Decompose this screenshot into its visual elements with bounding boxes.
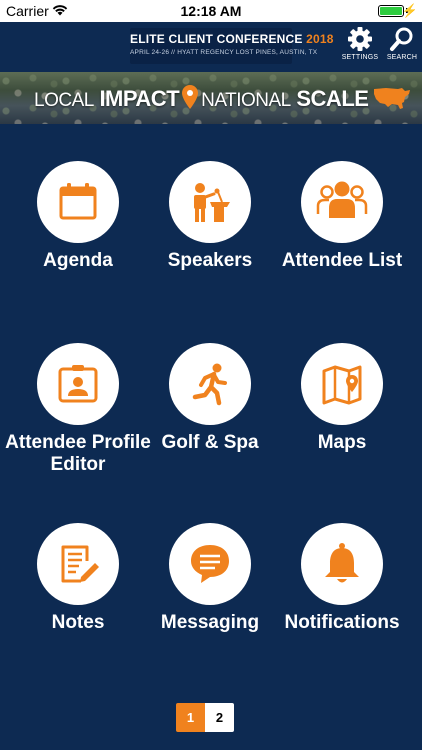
search-button[interactable]: SEARCH [382,26,422,61]
app-header: ELITE CLIENT CONFERENCE 2018 APRIL 24-26… [0,22,422,72]
location-pin-icon [182,85,199,109]
running-person-icon [192,363,227,406]
clock: 12:18 AM [180,3,242,19]
page-1-button[interactable]: 1 [176,703,205,732]
tile-label: Agenda [43,250,113,271]
banner-slogan: LOCAL IMPACT NATIONAL SCALE [34,85,412,112]
tile-label: Speakers [167,250,253,271]
charging-bolt-icon: ⚡ [401,3,418,18]
search-label: SEARCH [386,54,418,61]
tile-notes-circle [37,523,119,605]
tile-speakers[interactable]: Speakers [140,161,280,311]
tile-label: Golf & Spa [161,432,259,453]
tile-notes[interactable]: Notes [8,523,148,673]
tile-messaging-circle [169,523,251,605]
usa-map-icon [374,88,411,109]
gear-icon [348,27,372,51]
status-bar: Carrier 12:18 AM ⚡ [0,0,422,22]
tile-label: Notes [51,612,105,633]
tile-golf-spa-circle [169,343,251,425]
map-icon [322,365,362,405]
tile-label: Maps [317,432,367,453]
tile-attendee-list[interactable]: Attendee List [272,161,412,311]
speaker-podium-icon [194,183,230,222]
banner: LOCAL IMPACT NATIONAL SCALE [0,72,422,124]
settings-label: SETTINGS [341,54,379,61]
tile-maps-circle [301,343,383,425]
settings-button[interactable]: SETTINGS [340,26,380,61]
tile-notifications[interactable]: Notifications [272,523,412,673]
conference-logo: ELITE CLIENT CONFERENCE 2018 APRIL 24-26… [130,28,334,64]
page-2-button[interactable]: 2 [205,703,234,732]
tile-label: Attendee List [281,250,403,271]
tile-attendee-list-circle [301,161,383,243]
group-icon [316,181,368,218]
tile-speakers-circle [169,161,251,243]
bell-icon [325,543,359,583]
tile-maps[interactable]: Maps [272,343,412,493]
tile-agenda-circle [37,161,119,243]
conference-year: 2018 [306,32,334,46]
note-edit-icon [61,545,99,583]
conference-title: ELITE CLIENT CONFERENCE 2018 [130,32,334,46]
calendar-icon [59,183,97,220]
tile-attendee-profile-editor[interactable]: Attendee Profile Editor [5,343,151,493]
battery-icon [378,5,404,17]
id-badge-icon [58,365,98,403]
search-icon [390,27,413,51]
tile-label: Messaging [160,612,260,633]
tile-agenda[interactable]: Agenda [8,161,148,311]
chat-bubble-icon [191,545,229,583]
tile-messaging[interactable]: Messaging [140,523,280,673]
conference-subtitle: APRIL 24-26 // HYATT REGENCY LOST PINES,… [130,49,318,56]
tile-profile-editor-circle [37,343,119,425]
tile-label: Attendee Profile Editor [5,432,151,475]
tile-label: Notifications [284,612,400,633]
tile-notifications-circle [301,523,383,605]
tile-golf-spa[interactable]: Golf & Spa [140,343,280,493]
page-indicator: 1 2 [176,703,234,732]
